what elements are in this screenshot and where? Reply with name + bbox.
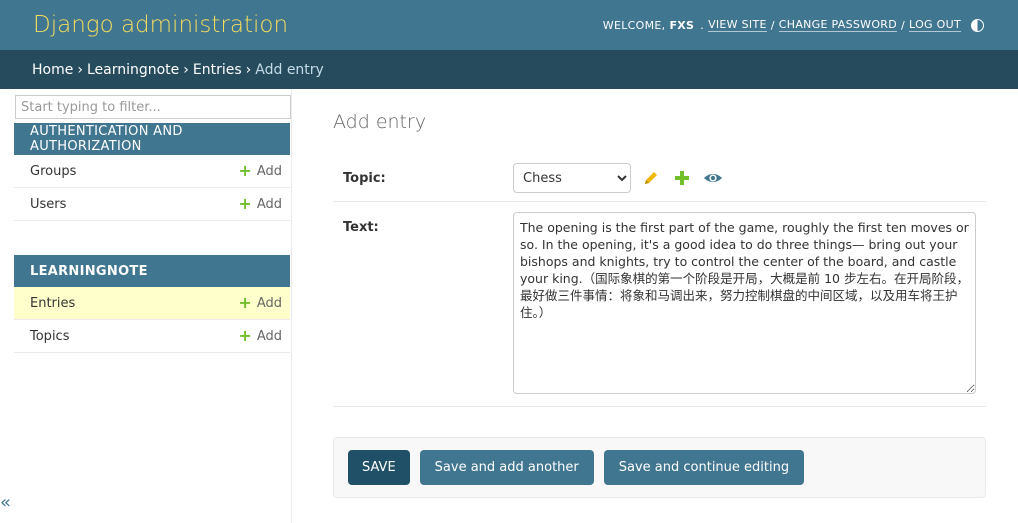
pencil-icon[interactable] bbox=[641, 168, 661, 188]
separator: / bbox=[770, 18, 775, 32]
main: AUTHENTICATION AND AUTHORIZATION Groups … bbox=[0, 89, 1018, 523]
sidebar-link-groups[interactable]: Groups bbox=[30, 164, 76, 179]
sidebar-link-users[interactable]: Users bbox=[30, 197, 66, 212]
eye-icon[interactable] bbox=[703, 168, 723, 188]
view-site-link[interactable]: VIEW SITE bbox=[708, 18, 767, 32]
nav-filter-input[interactable] bbox=[15, 95, 291, 119]
sidebar-link-entries[interactable]: Entries bbox=[30, 296, 75, 311]
theme-toggle-icon[interactable] bbox=[971, 18, 984, 32]
sidebar-link-topics[interactable]: Topics bbox=[30, 329, 69, 344]
breadcrumb-app[interactable]: Learningnote bbox=[87, 62, 179, 78]
breadcrumb-separator: › bbox=[183, 61, 189, 78]
breadcrumb-model[interactable]: Entries bbox=[193, 62, 242, 78]
plus-icon: + bbox=[238, 326, 252, 345]
add-users-link[interactable]: + Add bbox=[238, 196, 282, 212]
form-row-topic: Topic: Chess bbox=[333, 155, 986, 202]
add-label: Add bbox=[256, 196, 282, 212]
separator: . bbox=[700, 18, 705, 32]
topic-select[interactable]: Chess bbox=[513, 163, 631, 193]
plus-icon: + bbox=[238, 194, 252, 213]
add-groups-link[interactable]: + Add bbox=[238, 163, 282, 179]
text-textarea[interactable]: The opening is the first part of the gam… bbox=[513, 212, 976, 394]
text-label: Text: bbox=[343, 220, 379, 235]
save-and-continue-button[interactable]: Save and continue editing bbox=[603, 450, 805, 485]
username: FXS bbox=[669, 18, 695, 32]
save-and-add-another-button[interactable]: Save and add another bbox=[419, 450, 594, 485]
submit-row: SAVE Save and add another Save and conti… bbox=[333, 437, 986, 498]
header: Django administration WELCOME, FXS . VIE… bbox=[0, 0, 1018, 50]
add-entries-link[interactable]: + Add bbox=[238, 295, 282, 311]
page-title: Add entry bbox=[333, 111, 427, 133]
toggle-sidebar-button[interactable]: « bbox=[0, 492, 11, 513]
plus-icon: + bbox=[238, 161, 252, 180]
save-button[interactable]: SAVE bbox=[348, 450, 410, 485]
change-password-link[interactable]: CHANGE PASSWORD bbox=[778, 18, 898, 32]
form-row-text: Text: The opening is the first part of t… bbox=[333, 202, 986, 407]
topic-label: Topic: bbox=[343, 170, 386, 186]
app-caption-learningnote[interactable]: LEARNINGNOTE bbox=[14, 255, 290, 287]
sidebar-item-groups: Groups + Add bbox=[14, 155, 290, 188]
separator: / bbox=[901, 18, 906, 32]
add-label: Add bbox=[256, 163, 282, 179]
breadcrumb-separator: › bbox=[77, 61, 83, 78]
related-widget-icons bbox=[641, 168, 723, 188]
nav-sidebar: AUTHENTICATION AND AUTHORIZATION Groups … bbox=[0, 89, 292, 523]
sidebar-item-users: Users + Add bbox=[14, 188, 290, 221]
breadcrumb: Home › Learningnote › Entries › Add entr… bbox=[0, 50, 1018, 89]
add-label: Add bbox=[256, 328, 282, 344]
content: Add entry Topic: Chess Text: The opening… bbox=[292, 89, 1018, 523]
welcome-text: WELCOME, bbox=[602, 18, 666, 32]
sidebar-item-entries: Entries + Add bbox=[14, 287, 290, 320]
app-module-learningnote: LEARNINGNOTE Entries + Add Topics + Add bbox=[14, 255, 291, 353]
app-caption-auth[interactable]: AUTHENTICATION AND AUTHORIZATION bbox=[14, 123, 290, 155]
site-name[interactable]: Django administration bbox=[33, 12, 288, 38]
breadcrumb-current: Add entry bbox=[255, 61, 324, 78]
sidebar-item-topics: Topics + Add bbox=[14, 320, 290, 353]
breadcrumb-separator: › bbox=[245, 61, 252, 78]
plus-icon: + bbox=[238, 293, 252, 312]
add-topics-link[interactable]: + Add bbox=[238, 328, 282, 344]
plus-icon[interactable] bbox=[672, 168, 692, 188]
log-out-link[interactable]: LOG OUT bbox=[909, 18, 961, 32]
add-label: Add bbox=[256, 295, 282, 311]
app-module-auth: AUTHENTICATION AND AUTHORIZATION Groups … bbox=[14, 123, 291, 221]
user-tools: WELCOME, FXS . VIEW SITE / CHANGE PASSWO… bbox=[603, 18, 984, 32]
breadcrumb-home[interactable]: Home bbox=[32, 62, 73, 78]
